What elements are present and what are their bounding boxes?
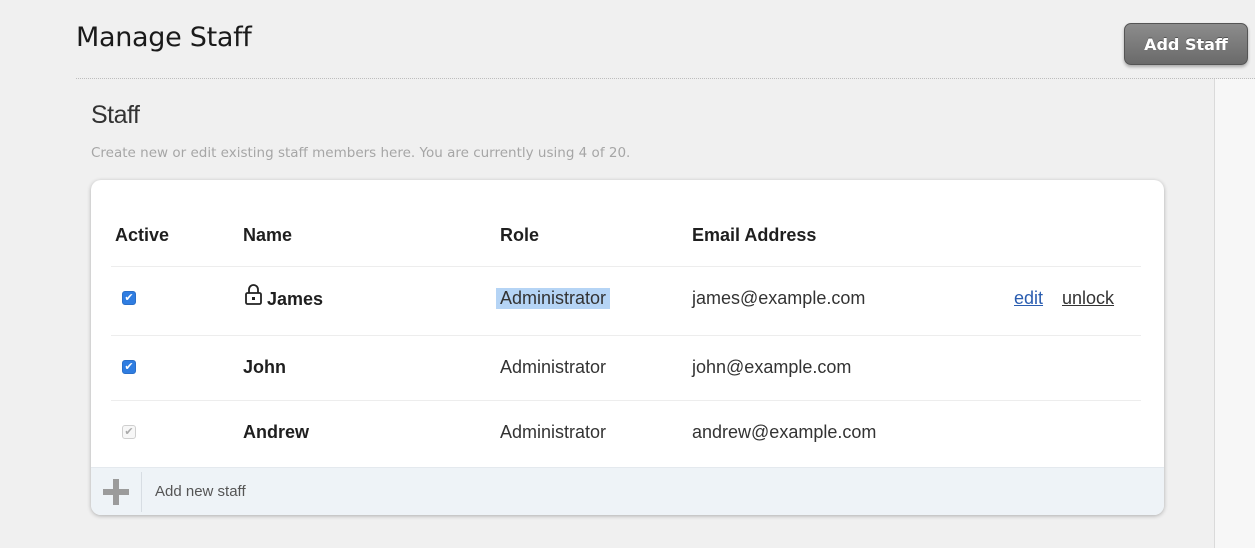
staff-name: James — [267, 289, 324, 309]
active-checkbox[interactable]: ✔ — [122, 291, 136, 305]
check-icon: ✔ — [124, 291, 134, 304]
check-icon: ✔ — [124, 360, 134, 373]
unlock-link[interactable]: unlock — [1062, 288, 1114, 309]
lock-icon — [245, 284, 262, 305]
staff-name: Andrew — [243, 422, 310, 442]
right-panel — [1214, 79, 1255, 548]
section-title: Staff — [91, 101, 140, 129]
staff-table: Active Name Role Email Address ✔ James A… — [91, 180, 1164, 515]
staff-role: Administrator — [500, 357, 607, 377]
add-new-staff-label[interactable]: Add new staff — [155, 483, 246, 500]
column-header-role: Role — [500, 225, 540, 245]
column-header-email: Email Address — [692, 225, 817, 245]
staff-name: John — [243, 357, 286, 377]
staff-email: andrew@example.com — [692, 422, 877, 442]
check-icon: ✔ — [124, 425, 134, 438]
staff-role: Administrator — [496, 288, 611, 309]
row-divider — [111, 266, 1141, 267]
active-checkbox[interactable]: ✔ — [122, 425, 136, 439]
row-divider — [111, 400, 1141, 401]
column-header-active: Active — [115, 225, 170, 245]
staff-role: Administrator — [500, 422, 607, 442]
staff-email: james@example.com — [692, 288, 866, 308]
active-checkbox[interactable]: ✔ — [122, 360, 136, 374]
column-header-name: Name — [243, 225, 293, 245]
staff-email: john@example.com — [692, 357, 852, 377]
add-new-staff-row[interactable]: Add new staff — [91, 467, 1164, 515]
edit-link[interactable]: edit — [1014, 288, 1043, 309]
section-description: Create new or edit existing staff member… — [91, 145, 631, 161]
add-row-divider — [141, 472, 142, 512]
row-divider — [111, 335, 1141, 336]
page-title: Manage Staff — [76, 22, 252, 53]
add-staff-button[interactable]: Add Staff — [1124, 23, 1248, 65]
plus-icon[interactable] — [103, 479, 129, 505]
